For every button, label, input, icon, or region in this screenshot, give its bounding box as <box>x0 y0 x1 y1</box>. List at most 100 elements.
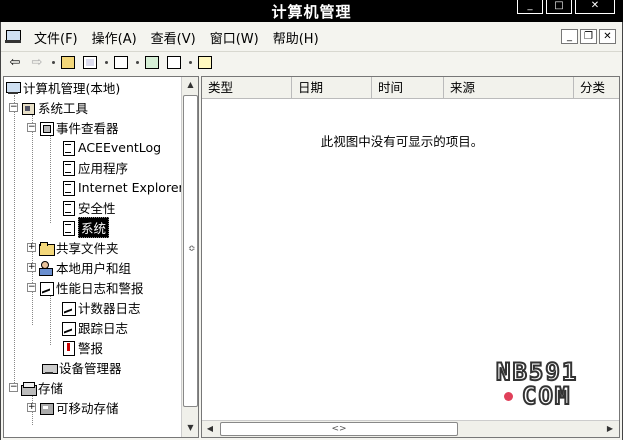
maximize-button[interactable]: □ <box>546 0 572 14</box>
up-folder-icon[interactable] <box>58 54 78 72</box>
tree-item-label: 设备管理器 <box>59 361 122 376</box>
mdi-restore-button[interactable]: ❐ <box>580 29 597 44</box>
shared-folder-icon <box>39 241 55 256</box>
tree-item-local-users-groups[interactable]: + 本地用户和组 <box>27 258 131 277</box>
back-icon[interactable]: ⇦ <box>5 54 25 72</box>
scroll-thumb[interactable]: <> <box>220 422 458 436</box>
storage-icon <box>21 381 37 396</box>
tree-item-shared-folders[interactable]: + 共享文件夹 <box>27 238 119 257</box>
computer-icon[interactable] <box>5 30 21 44</box>
log-icon <box>61 200 75 216</box>
performance-icon <box>39 281 54 296</box>
expand-toggle[interactable]: + <box>27 403 36 412</box>
help-icon[interactable] <box>195 54 215 72</box>
collapse-toggle[interactable]: − <box>9 103 18 112</box>
tree-item-label: 计算机管理(本地) <box>23 81 121 96</box>
tree-item-system-tools[interactable]: − 系统工具 <box>9 98 88 117</box>
tree-item-performance-logs[interactable]: − 性能日志和警报 <box>27 278 144 297</box>
scroll-grip-icon: ≎ <box>188 244 196 254</box>
tree-vertical-scrollbar[interactable]: ▲ ≎ ▼ <box>181 77 198 437</box>
column-header-source[interactable]: 来源 <box>444 77 574 99</box>
tree-connector <box>14 95 15 385</box>
forward-icon[interactable]: ⇨ <box>27 54 47 72</box>
menu-bar: 文件(F) 操作(A) 查看(V) 窗口(W) 帮助(H) _ ❐ ✕ <box>1 24 622 50</box>
toolbar: ⇦ ⇨ <box>1 51 622 73</box>
alert-icon <box>61 340 75 356</box>
tree-item-system-log[interactable]: 系统 <box>61 217 110 238</box>
collapse-toggle[interactable]: − <box>9 383 18 392</box>
tree-item-trace-logs[interactable]: 跟踪日志 <box>61 318 128 337</box>
log-icon <box>61 160 75 176</box>
tree-item-device-manager[interactable]: 设备管理器 <box>42 358 122 377</box>
column-header-category[interactable]: 分类 <box>574 77 619 99</box>
tree-item-application-log[interactable]: 应用程序 <box>61 158 128 177</box>
window-frame: 文件(F) 操作(A) 查看(V) 窗口(W) 帮助(H) _ ❐ ✕ ⇦ ⇨ <box>0 22 623 440</box>
mdi-controls: _ ❐ ✕ <box>561 29 616 44</box>
removable-storage-icon <box>39 401 54 415</box>
tree-item-label: 可移动存储 <box>56 401 119 416</box>
show-hide-tree-icon[interactable] <box>80 54 100 72</box>
scroll-thumb[interactable]: ≎ <box>183 95 198 407</box>
tree-connector <box>50 295 51 345</box>
result-pane[interactable]: 类型 日期 时间 来源 分类 此视图中没有可显示的项目。 ◀ <> ▶ <box>201 76 620 438</box>
window-controls: _ □ ✕ <box>517 0 615 14</box>
tree-item-storage[interactable]: − 存储 <box>9 378 63 397</box>
refresh-icon[interactable] <box>142 54 162 72</box>
list-header: 类型 日期 时间 来源 分类 <box>202 77 619 99</box>
scroll-up-button[interactable]: ▲ <box>183 77 198 93</box>
column-header-date[interactable]: 日期 <box>292 77 372 99</box>
log-icon <box>61 180 75 196</box>
collapse-toggle[interactable]: − <box>27 123 36 132</box>
device-manager-icon <box>42 361 58 375</box>
menu-help[interactable]: 帮助(H) <box>266 28 326 47</box>
export-list-icon[interactable] <box>164 54 184 72</box>
tree-item-label: 存储 <box>38 381 64 396</box>
collapse-toggle[interactable]: − <box>27 283 36 292</box>
tree-item-label: 计数器日志 <box>78 301 141 316</box>
scroll-down-button[interactable]: ▼ <box>183 420 198 436</box>
toolbar-separator <box>105 61 108 64</box>
scroll-right-button[interactable]: ▶ <box>602 421 618 437</box>
scroll-left-button[interactable]: ◀ <box>202 421 218 437</box>
tree-item-label: 跟踪日志 <box>78 321 129 336</box>
computer-icon <box>6 81 21 95</box>
log-icon <box>61 140 75 156</box>
mdi-close-button[interactable]: ✕ <box>599 29 616 44</box>
tree-item-ace-event-log[interactable]: ACEEventLog <box>61 138 161 157</box>
toolbar-separator <box>189 61 192 64</box>
menu-action[interactable]: 操作(A) <box>85 28 144 47</box>
close-button[interactable]: ✕ <box>575 0 615 14</box>
minimize-button[interactable]: _ <box>517 0 543 14</box>
expand-toggle[interactable]: + <box>27 243 36 252</box>
tree-item-security-log[interactable]: 安全性 <box>61 198 116 217</box>
toolbar-separator <box>52 61 55 64</box>
properties-icon[interactable] <box>111 54 131 72</box>
tree-item-label: 共享文件夹 <box>56 241 119 256</box>
log-icon <box>61 220 75 236</box>
toolbar-separator <box>136 61 139 64</box>
tree-connector <box>50 135 51 223</box>
tree-item-event-viewer[interactable]: − 事件查看器 <box>27 118 119 137</box>
tree-item-label: 本地用户和组 <box>56 261 132 276</box>
system-tools-icon <box>21 101 35 115</box>
tree-item-label: Internet Explorer <box>78 180 184 195</box>
tree-item-label: 系统 <box>78 217 110 238</box>
tree-item-removable-storage[interactable]: + 可移动存储 <box>27 398 119 417</box>
menu-window[interactable]: 窗口(W) <box>203 28 266 47</box>
tree-item-alerts[interactable]: 警报 <box>61 338 103 357</box>
tree-item-counter-logs[interactable]: 计数器日志 <box>61 298 141 317</box>
menu-view[interactable]: 查看(V) <box>144 28 203 47</box>
mdi-minimize-button[interactable]: _ <box>561 29 578 44</box>
tree-item-label: 安全性 <box>78 201 116 216</box>
expand-toggle[interactable]: + <box>27 263 36 272</box>
column-header-time[interactable]: 时间 <box>372 77 444 99</box>
empty-list-message: 此视图中没有可显示的项目。 <box>320 134 484 149</box>
event-viewer-icon <box>39 121 54 136</box>
menu-file[interactable]: 文件(F) <box>27 28 85 47</box>
column-header-type[interactable]: 类型 <box>202 77 292 99</box>
tree-item-internet-explorer-log[interactable]: Internet Explorer <box>61 178 184 197</box>
result-horizontal-scrollbar[interactable]: ◀ <> ▶ <box>202 420 619 437</box>
console-tree[interactable]: 计算机管理(本地) − 系统工具 − 事件查看器 ACEEventLog 应用程… <box>3 76 199 438</box>
users-icon <box>39 260 53 276</box>
tree-item-computer-management[interactable]: 计算机管理(本地) <box>6 78 120 97</box>
